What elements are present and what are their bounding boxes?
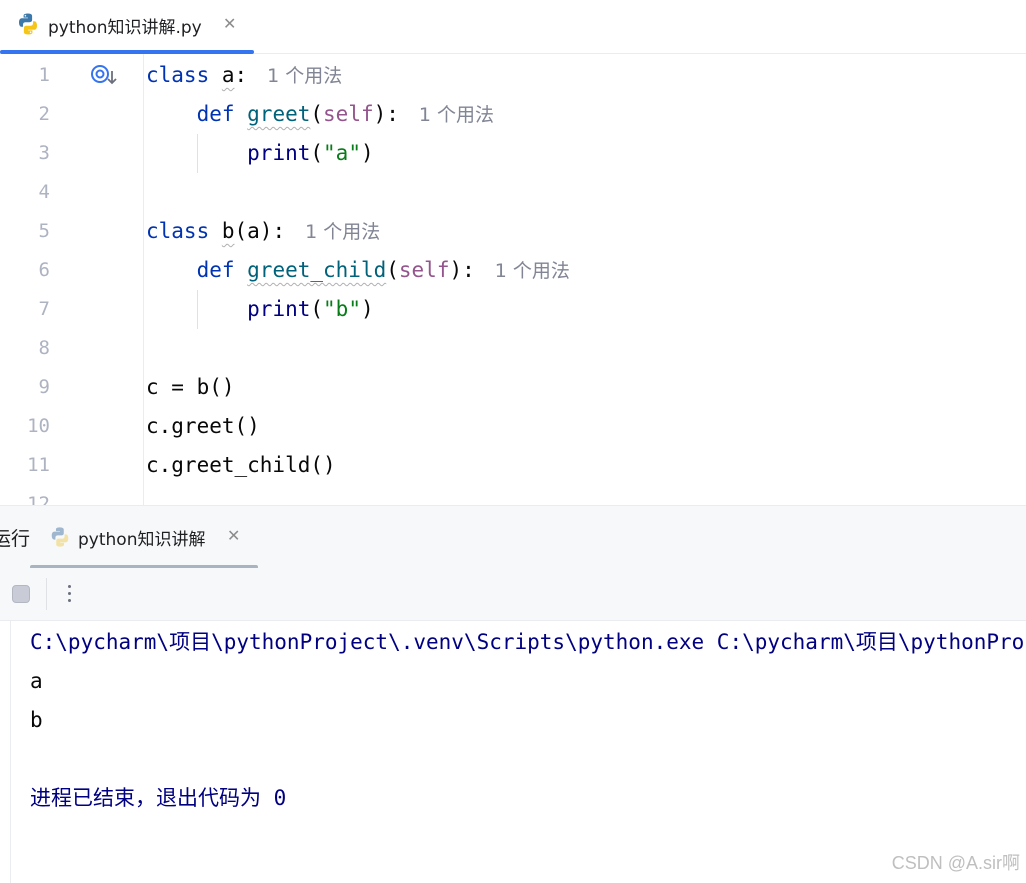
console-gutter: [10, 621, 11, 883]
code-text: def greet_child(self): 1 个用法: [146, 251, 570, 291]
run-toolbar: [0, 568, 1026, 621]
code-line[interactable]: 9 c = b(): [0, 368, 1026, 407]
code-token: "a": [323, 141, 361, 165]
line-number: 10: [27, 415, 50, 437]
python-file-icon: [19, 13, 37, 35]
line-number: 8: [38, 337, 50, 359]
line-number: 7: [38, 298, 50, 320]
code-line[interactable]: 8: [0, 329, 1026, 368]
code-token: c = b(): [146, 375, 235, 399]
code-token: self: [398, 258, 450, 282]
run-tool-window-header: 运行 python知识讲解 ✕: [0, 505, 1026, 569]
code-editor[interactable]: 1 class a: 1 个用法 2 def greet(self): 1 个用法 3 p…: [0, 54, 1026, 505]
code-text: def greet(self): 1 个用法: [146, 95, 494, 135]
code-line[interactable]: 12: [0, 485, 1026, 505]
console-output-line: a: [30, 669, 43, 693]
line-number: 2: [38, 103, 50, 125]
code-token: self: [323, 102, 374, 126]
code-token: greet_child: [247, 258, 387, 282]
code-line[interactable]: 1 class a: 1 个用法: [0, 56, 1026, 95]
run-console[interactable]: C:\pycharm\项目\pythonProject\.venv\Script…: [0, 621, 1026, 883]
code-token: a: [221, 63, 235, 87]
code-token: "b": [323, 297, 361, 321]
code-line[interactable]: 11 c.greet_child(): [0, 446, 1026, 485]
code-line[interactable]: 10 c.greet(): [0, 407, 1026, 446]
code-token: (: [310, 141, 324, 165]
overridden-method-icon[interactable]: [90, 63, 120, 89]
run-tab[interactable]: python知识讲解 ✕: [30, 506, 258, 569]
code-line[interactable]: 3 print("a"): [0, 134, 1026, 173]
line-number: 3: [38, 142, 50, 164]
code-token: b: [221, 219, 235, 243]
close-icon[interactable]: ✕: [223, 14, 236, 33]
code-token: c.greet_child(): [146, 453, 336, 477]
code-token: def: [196, 258, 248, 282]
code-line[interactable]: 6 def greet_child(self): 1 个用法: [0, 251, 1026, 290]
console-output-line: b: [30, 708, 43, 732]
usage-hint[interactable]: 1 个用法: [495, 260, 570, 282]
code-line[interactable]: 5 class b(a): 1 个用法: [0, 212, 1026, 251]
close-icon[interactable]: ✕: [227, 526, 240, 545]
code-line[interactable]: 2 def greet(self): 1 个用法: [0, 95, 1026, 134]
code-text: c = b(): [146, 368, 235, 407]
indent-guide: [197, 134, 198, 173]
code-line[interactable]: 4: [0, 173, 1026, 212]
code-token: c.greet(): [146, 414, 260, 438]
code-token: greet: [247, 102, 311, 126]
editor-tab-title: python知识讲解.py: [48, 18, 202, 38]
code-text: class a: 1 个用法: [146, 56, 342, 96]
toolbar-divider: [46, 578, 47, 610]
code-token: (: [386, 258, 399, 282]
python-run-icon: [51, 527, 69, 547]
editor-tab-python-file[interactable]: python知识讲解.py ✕: [0, 0, 254, 54]
console-exit-message: 进程已结束，退出代码为 0: [30, 786, 287, 810]
line-number: 1: [38, 64, 50, 86]
line-number: 5: [38, 220, 50, 242]
code-token: ): [360, 141, 374, 165]
line-number: 4: [38, 181, 50, 203]
code-token: (a):: [234, 219, 286, 243]
line-number: 11: [27, 454, 50, 476]
code-token: class: [146, 219, 222, 243]
run-panel-label: 运行: [0, 528, 31, 550]
code-token: ):: [373, 102, 399, 126]
code-token: def: [196, 102, 248, 126]
code-token: (: [310, 102, 324, 126]
code-token: class: [146, 63, 222, 87]
stop-icon[interactable]: [12, 585, 30, 603]
console-command-line: C:\pycharm\项目\pythonProject\.venv\Script…: [30, 630, 1026, 654]
code-token: print: [247, 297, 311, 321]
line-number: 12: [27, 493, 50, 505]
more-options-icon[interactable]: [62, 580, 78, 608]
code-line[interactable]: 7 print("b"): [0, 290, 1026, 329]
code-text: print("b"): [146, 290, 374, 329]
run-tab-title: python知识讲解: [78, 530, 206, 550]
code-text: print("a"): [146, 134, 374, 173]
usage-hint[interactable]: 1 个用法: [419, 104, 494, 126]
line-number: 6: [38, 259, 50, 281]
code-text: c.greet_child(): [146, 446, 336, 485]
editor-tab-bar: python知识讲解.py ✕: [0, 0, 1026, 54]
code-token: ):: [449, 258, 475, 282]
code-token: ): [360, 297, 374, 321]
line-number: 9: [38, 376, 50, 398]
code-token: print: [247, 141, 311, 165]
code-text: c.greet(): [146, 407, 260, 446]
usage-hint[interactable]: 1 个用法: [305, 221, 380, 243]
usage-hint[interactable]: 1 个用法: [267, 65, 342, 87]
code-token: (: [310, 297, 324, 321]
code-text: class b(a): 1 个用法: [146, 212, 380, 252]
watermark: CSDN @A.sir啊: [891, 853, 1020, 873]
code-token: :: [234, 63, 248, 87]
indent-guide: [197, 290, 198, 329]
